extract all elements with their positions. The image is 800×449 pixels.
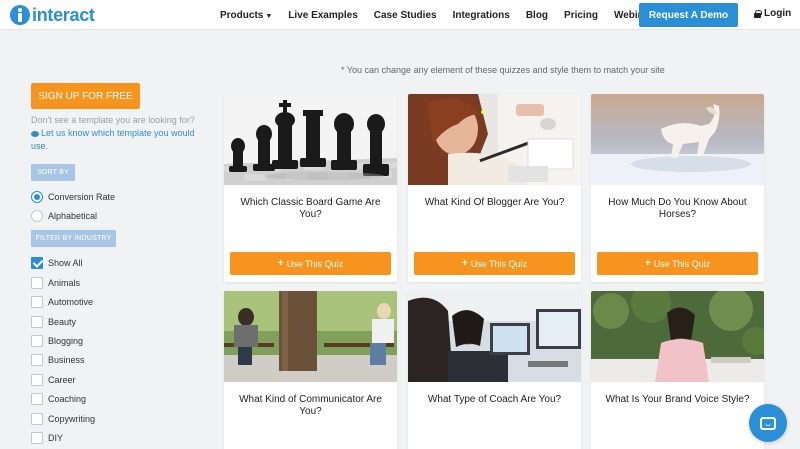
- top-navbar: interact Products ▼ Live Examples Case St…: [0, 0, 800, 30]
- lock-icon: [754, 9, 762, 18]
- caret-down-icon: ▼: [265, 12, 273, 20]
- sort-option-alphabetical[interactable]: Alphabetical: [31, 210, 97, 222]
- main-nav: Products ▼ Live Examples Case Studies Int…: [212, 0, 661, 30]
- plus-icon: +: [277, 258, 284, 269]
- nav-pricing[interactable]: Pricing: [556, 10, 606, 21]
- login-link[interactable]: Login: [754, 8, 791, 19]
- checkbox[interactable]: [31, 432, 43, 444]
- checkbox[interactable]: [31, 277, 43, 289]
- industry-label: Business: [48, 355, 85, 365]
- industry-automotive[interactable]: Automotive: [31, 296, 93, 308]
- quiz-card[interactable]: What Type of Coach Are You?: [408, 291, 581, 449]
- checkbox[interactable]: [31, 413, 43, 425]
- quiz-card[interactable]: What Kind of Communicator Are You?: [224, 291, 397, 449]
- industry-label: Career: [48, 375, 76, 385]
- customize-note: * You can change any element of these qu…: [341, 65, 665, 75]
- industry-label: Copywriting: [48, 414, 96, 424]
- request-demo-button[interactable]: Request A Demo: [639, 3, 738, 27]
- live-chat-button[interactable]: [749, 404, 787, 442]
- quiz-title: How Much Do You Know About Horses?: [608, 197, 747, 220]
- signup-button[interactable]: SIGN UP FOR FREE: [31, 83, 140, 109]
- quiz-title: What Is Your Brand Voice Style?: [605, 394, 750, 405]
- woman-writing-photo: [408, 94, 581, 185]
- sort-option-conversion-rate[interactable]: Conversion Rate: [31, 191, 115, 203]
- industry-coaching[interactable]: Coaching: [31, 393, 86, 405]
- login-label: Login: [764, 8, 792, 19]
- use-this-quiz-button[interactable]: + Use This Quiz: [230, 252, 391, 275]
- nav-integrations[interactable]: Integrations: [445, 10, 518, 21]
- checkbox[interactable]: [31, 374, 43, 386]
- plus-icon: +: [644, 258, 651, 269]
- quiz-card[interactable]: What Kind Of Blogger Are You? + Use This …: [408, 94, 581, 282]
- industry-show-all[interactable]: Show All: [31, 257, 83, 269]
- industry-label: Animals: [48, 278, 81, 288]
- industry-label: Show All: [48, 258, 83, 268]
- nav-blog[interactable]: Blog: [518, 10, 556, 21]
- quiz-card[interactable]: What Is Your Brand Voice Style?: [591, 291, 764, 449]
- industry-copywriting[interactable]: Copywriting: [31, 413, 95, 425]
- industry-animals[interactable]: Animals: [31, 277, 80, 289]
- template-hint: Don't see a template you are looking for…: [31, 114, 206, 153]
- quiz-card[interactable]: How Much Do You Know About Horses? + Use …: [591, 94, 764, 282]
- industry-beauty[interactable]: Beauty: [31, 316, 76, 328]
- industry-label: Coaching: [48, 394, 87, 404]
- nav-case-studies[interactable]: Case Studies: [366, 10, 445, 21]
- industry-career[interactable]: Career: [31, 374, 76, 386]
- use-this-quiz-button[interactable]: + Use This Quiz: [414, 252, 575, 275]
- checkbox[interactable]: [31, 316, 43, 328]
- woman-on-phone-photo: [591, 291, 764, 382]
- sort-by-label: SORT BY: [31, 164, 75, 181]
- radio[interactable]: [31, 210, 43, 222]
- checkbox-checked[interactable]: [31, 257, 43, 269]
- quiz-title: What Kind of Communicator Are You?: [239, 394, 382, 417]
- horse-in-snow-photo: [591, 94, 764, 185]
- industry-label: Beauty: [48, 317, 77, 327]
- women-at-computer-photo: [408, 291, 581, 382]
- women-on-bench-photo: [224, 291, 397, 382]
- industry-business[interactable]: Business: [31, 354, 85, 366]
- hint-text: Don't see a template you are looking for…: [31, 115, 195, 125]
- sort-option-label: Alphabetical: [48, 211, 98, 221]
- sort-option-label: Conversion Rate: [48, 192, 116, 202]
- chess-pieces-photo: [224, 94, 397, 185]
- checkbox[interactable]: [31, 393, 43, 405]
- use-this-quiz-button[interactable]: + Use This Quiz: [597, 252, 758, 275]
- industry-blogging[interactable]: Blogging: [31, 335, 83, 347]
- logo-icon: [10, 5, 30, 25]
- plus-icon: +: [461, 258, 468, 269]
- industry-label: Automotive: [48, 297, 94, 307]
- quiz-title: Which Classic Board Game Are You?: [240, 197, 381, 220]
- radio-selected[interactable]: [31, 191, 43, 203]
- quiz-card[interactable]: Which Classic Board Game Are You? + Use T…: [224, 94, 397, 282]
- chat-bubble-icon: [760, 416, 776, 430]
- quiz-title: What Kind Of Blogger Are You?: [424, 197, 565, 208]
- use-quiz-label: Use This Quiz: [470, 258, 528, 269]
- use-quiz-label: Use This Quiz: [286, 258, 344, 269]
- checkbox[interactable]: [31, 354, 43, 366]
- use-quiz-label: Use This Quiz: [653, 258, 711, 269]
- chat-icon: [31, 130, 39, 137]
- filter-by-industry-label: FILTER BY INDUSTRY: [31, 230, 116, 247]
- nav-live-examples[interactable]: Live Examples: [280, 10, 365, 21]
- industry-label: Blogging: [48, 336, 84, 346]
- interact-logo[interactable]: interact: [10, 4, 95, 26]
- industry-label: DIY: [48, 433, 64, 443]
- suggest-template-link[interactable]: Let us know which template you would use…: [31, 128, 195, 151]
- checkbox[interactable]: [31, 296, 43, 308]
- nav-products[interactable]: Products ▼: [212, 10, 280, 21]
- quiz-title: What Type of Coach Are You?: [427, 394, 562, 405]
- logo-text: interact: [32, 4, 95, 25]
- industry-diy[interactable]: DIY: [31, 432, 63, 444]
- checkbox[interactable]: [31, 335, 43, 347]
